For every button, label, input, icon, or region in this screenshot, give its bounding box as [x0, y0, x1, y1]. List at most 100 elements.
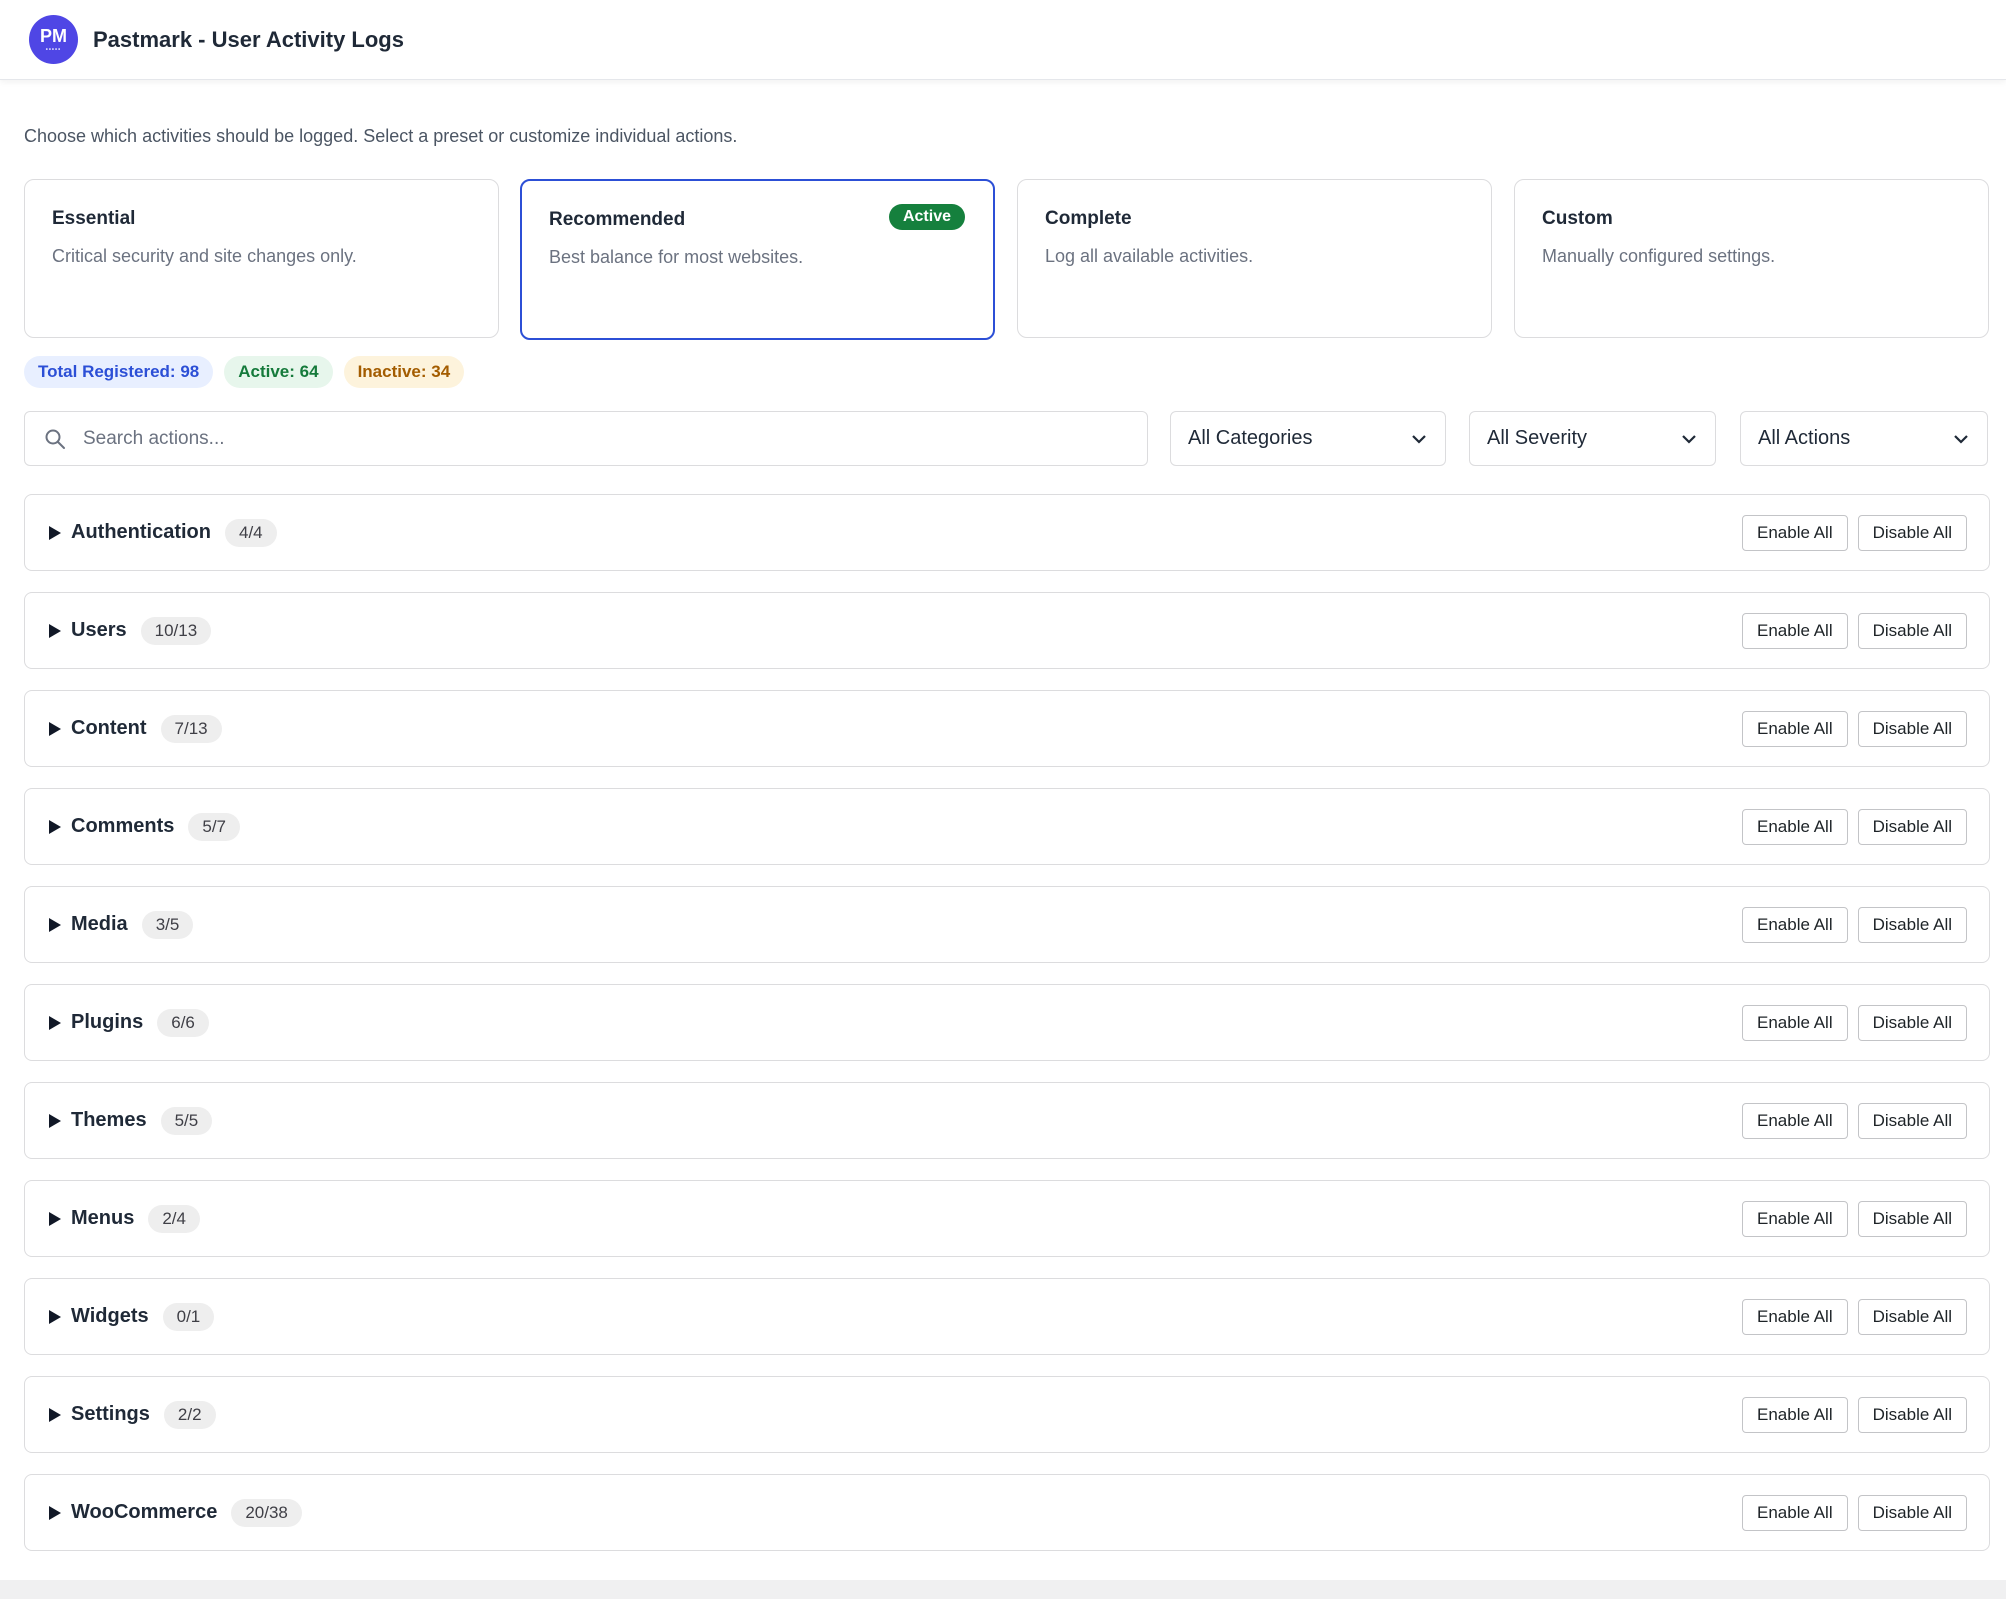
disable-all-button[interactable]: Disable All	[1857, 907, 1967, 943]
disable-all-button[interactable]: Disable All	[1857, 613, 1967, 649]
enable-all-button[interactable]: Enable All	[1742, 1299, 1848, 1335]
caret-right-icon[interactable]	[48, 721, 62, 737]
search-box	[24, 411, 1148, 466]
category-row-widgets[interactable]: Widgets 0/1 Enable All Disable All	[24, 1278, 1990, 1355]
enable-all-button[interactable]: Enable All	[1742, 1005, 1848, 1041]
enable-all-button[interactable]: Enable All	[1742, 711, 1848, 747]
caret-right-icon[interactable]	[48, 1211, 62, 1227]
app-window: PM ••••• Pastmark - User Activity Logs C…	[0, 0, 2006, 1580]
category-actions: Enable All Disable All	[1742, 1495, 1967, 1531]
category-actions: Enable All Disable All	[1742, 907, 1967, 943]
category-name[interactable]: Widgets	[71, 1305, 149, 1328]
category-name[interactable]: Authentication	[71, 521, 211, 544]
enable-all-button[interactable]: Enable All	[1742, 907, 1848, 943]
category-count-badge: 6/6	[157, 1008, 209, 1037]
activity-counts: Total Registered: 98 Active: 64 Inactive…	[24, 356, 465, 388]
preset-card-essential[interactable]: Essential Critical security and site cha…	[24, 179, 499, 338]
category-select[interactable]: All Categories	[1170, 411, 1446, 466]
caret-right-icon[interactable]	[48, 819, 62, 835]
chevron-down-icon	[1682, 434, 1696, 444]
enable-all-button[interactable]: Enable All	[1742, 515, 1848, 551]
category-actions: Enable All Disable All	[1742, 1201, 1967, 1237]
category-name[interactable]: Content	[71, 717, 147, 740]
caret-right-icon[interactable]	[48, 917, 62, 933]
preset-cards: Essential Critical security and site cha…	[24, 179, 1990, 340]
category-name[interactable]: Media	[71, 913, 128, 936]
enable-all-button[interactable]: Enable All	[1742, 1103, 1848, 1139]
disable-all-button[interactable]: Disable All	[1857, 1397, 1967, 1433]
enable-all-button[interactable]: Enable All	[1742, 1397, 1848, 1433]
enable-all-button[interactable]: Enable All	[1742, 1495, 1848, 1531]
category-name[interactable]: Settings	[71, 1403, 150, 1426]
active-badge: Active	[888, 204, 965, 230]
enable-all-button[interactable]: Enable All	[1742, 613, 1848, 649]
disable-all-button[interactable]: Disable All	[1857, 711, 1967, 747]
chevron-down-icon	[1954, 434, 1968, 444]
caret-right-icon[interactable]	[48, 525, 62, 541]
caret-right-icon[interactable]	[48, 623, 62, 639]
category-actions: Enable All Disable All	[1742, 1299, 1967, 1335]
category-actions: Enable All Disable All	[1742, 809, 1967, 845]
category-row-media[interactable]: Media 3/5 Enable All Disable All	[24, 886, 1990, 963]
preset-description: Best balance for most websites.	[549, 247, 804, 267]
category-row-comments[interactable]: Comments 5/7 Enable All Disable All	[24, 788, 1990, 865]
category-count-badge: 20/38	[231, 1498, 302, 1527]
caret-right-icon[interactable]	[48, 1505, 62, 1521]
disable-all-button[interactable]: Disable All	[1857, 1299, 1967, 1335]
preset-name: Essential	[52, 208, 136, 229]
category-name[interactable]: WooCommerce	[71, 1501, 217, 1524]
preset-description: Manually configured settings.	[1542, 246, 1776, 266]
caret-right-icon[interactable]	[48, 1309, 62, 1325]
disable-all-button[interactable]: Disable All	[1857, 515, 1967, 551]
app-title: Pastmark - User Activity Logs	[93, 26, 404, 52]
filter-bar: All Categories All Severity All Actions	[24, 411, 1988, 466]
disable-all-button[interactable]: Disable All	[1857, 1495, 1967, 1531]
disable-all-button[interactable]: Disable All	[1857, 1103, 1967, 1139]
caret-right-icon[interactable]	[48, 1015, 62, 1031]
category-count-badge: 4/4	[225, 518, 277, 547]
search-input[interactable]	[83, 427, 1083, 450]
category-count-badge: 2/4	[148, 1204, 200, 1233]
search-icon	[45, 429, 65, 449]
category-count-badge: 3/5	[141, 910, 194, 939]
category-row-woocommerce[interactable]: WooCommerce 20/38 Enable All Disable All	[24, 1474, 1990, 1551]
preset-card-recommended[interactable]: Recommended Best balance for most websit…	[520, 179, 995, 340]
category-row-menus[interactable]: Menus 2/4 Enable All Disable All	[24, 1180, 1990, 1257]
actions-select[interactable]: All Actions	[1740, 411, 1988, 466]
severity-select-value: All Severity	[1487, 427, 1588, 449]
category-name[interactable]: Plugins	[71, 1011, 143, 1034]
severity-select[interactable]: All Severity	[1469, 411, 1716, 466]
preset-description: Log all available activities.	[1045, 246, 1254, 266]
intro-text: Choose which activities should be logged…	[24, 126, 738, 146]
category-name[interactable]: Users	[71, 619, 127, 642]
enable-all-button[interactable]: Enable All	[1742, 809, 1848, 845]
category-actions: Enable All Disable All	[1742, 1103, 1967, 1139]
category-row-plugins[interactable]: Plugins 6/6 Enable All Disable All	[24, 984, 1990, 1061]
category-actions: Enable All Disable All	[1742, 613, 1967, 649]
category-name[interactable]: Themes	[71, 1109, 147, 1132]
category-row-content[interactable]: Content 7/13 Enable All Disable All	[24, 690, 1990, 767]
category-list: Authentication 4/4 Enable All Disable Al…	[24, 494, 1990, 1572]
disable-all-button[interactable]: Disable All	[1857, 1005, 1967, 1041]
inactive-count-badge: Inactive: 34	[343, 356, 465, 388]
disable-all-button[interactable]: Disable All	[1857, 1201, 1967, 1237]
chevron-down-icon	[1412, 434, 1426, 444]
category-actions: Enable All Disable All	[1742, 1005, 1967, 1041]
category-count-badge: 10/13	[140, 616, 212, 645]
app-logo: PM •••••	[29, 15, 78, 64]
category-row-users[interactable]: Users 10/13 Enable All Disable All	[24, 592, 1990, 669]
caret-right-icon[interactable]	[48, 1407, 62, 1423]
actions-select-value: All Actions	[1758, 427, 1851, 449]
category-name[interactable]: Menus	[71, 1207, 134, 1230]
preset-card-custom[interactable]: Custom Manually configured settings.	[1514, 179, 1989, 338]
category-row-themes[interactable]: Themes 5/5 Enable All Disable All	[24, 1082, 1990, 1159]
enable-all-button[interactable]: Enable All	[1742, 1201, 1848, 1237]
category-row-settings[interactable]: Settings 2/2 Enable All Disable All	[24, 1376, 1990, 1453]
caret-right-icon[interactable]	[48, 1113, 62, 1129]
category-row-authentication[interactable]: Authentication 4/4 Enable All Disable Al…	[24, 494, 1990, 571]
active-count-badge: Active: 64	[224, 356, 333, 388]
disable-all-button[interactable]: Disable All	[1857, 809, 1967, 845]
category-name[interactable]: Comments	[71, 815, 174, 838]
category-actions: Enable All Disable All	[1742, 1397, 1967, 1433]
preset-card-complete[interactable]: Complete Log all available activities.	[1017, 179, 1492, 338]
